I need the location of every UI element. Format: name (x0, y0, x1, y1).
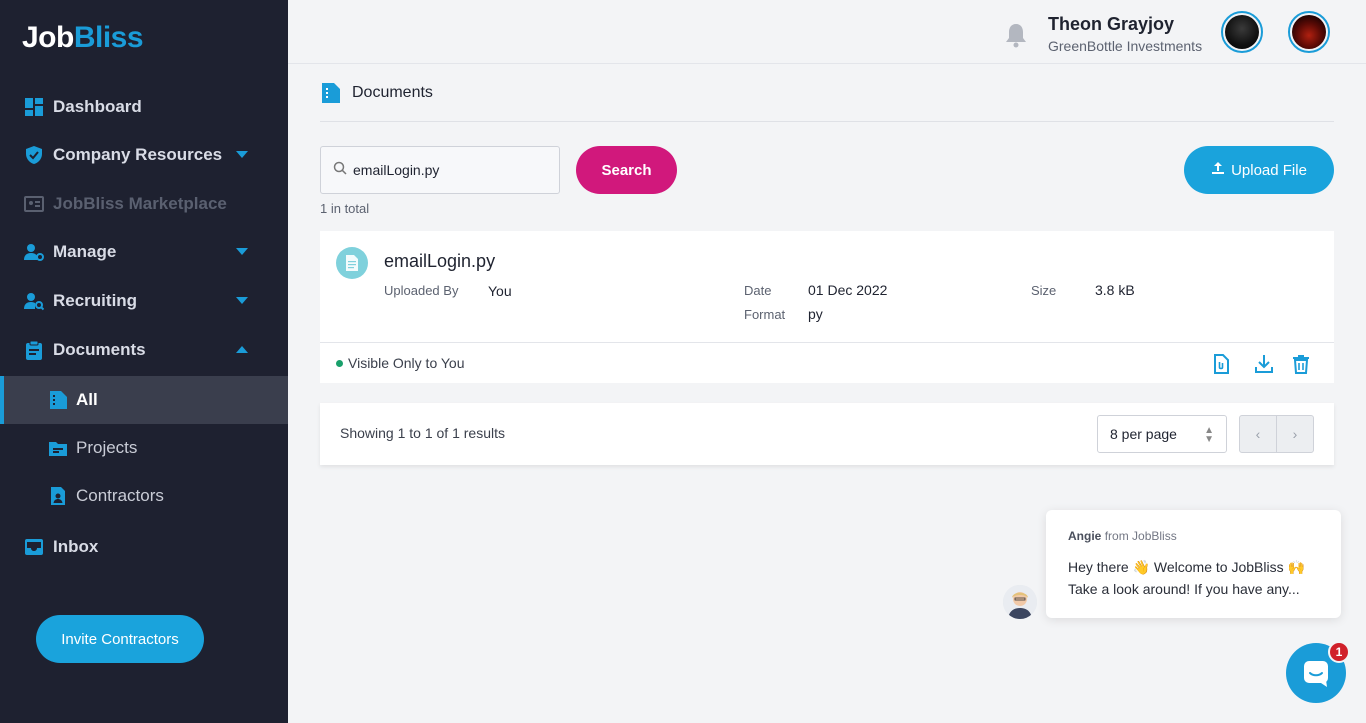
sidebar-item-label: Recruiting (53, 291, 138, 310)
chat-sender: Angie (1068, 529, 1102, 543)
shield-icon (24, 145, 44, 165)
sidebar-subitem-contractors[interactable]: Contractors (0, 472, 288, 520)
visibility-status: Visible Only to You (348, 355, 465, 371)
chat-message-line-2: Take a look around! If you have any... (1068, 581, 1300, 597)
dashboard-icon (24, 97, 44, 117)
jobbliss-logo[interactable]: JobBliss (22, 18, 144, 58)
sidebar-subitem-label: All (76, 390, 98, 409)
sidebar-item-label: Manage (53, 242, 117, 261)
file-icon (336, 247, 368, 279)
search-input[interactable] (353, 162, 543, 178)
sidebar-item-label: Documents (53, 340, 146, 359)
format-label: Format (744, 307, 786, 322)
document-card[interactable]: emailLogin.py Uploaded By You Date 01 De… (320, 231, 1334, 383)
page-nav: ‹ › (1239, 415, 1314, 453)
sidebar-subitem-all[interactable]: All (0, 376, 288, 424)
sidebar-item-inbox[interactable]: Inbox (0, 524, 288, 570)
sidebar-item-label: Company Resources (53, 145, 223, 164)
chevron-up-icon (236, 346, 248, 353)
top-bar: Theon Grayjoy GreenBottle Investments (288, 0, 1366, 64)
chat-icon (1304, 661, 1328, 687)
clipboard-icon (24, 340, 44, 360)
uploaded-by-value: You (488, 283, 512, 299)
logo-text-job: Job (22, 21, 74, 54)
user-avatar[interactable] (1221, 11, 1263, 53)
marketplace-icon (24, 194, 44, 214)
breadcrumb: Documents (320, 82, 433, 104)
sidebar-subitem-projects[interactable]: Projects (0, 424, 288, 472)
sidebar-item-dashboard[interactable]: Dashboard (0, 84, 288, 130)
upload-file-label: Upload File (1231, 161, 1307, 179)
chat-from-text: from JobBliss (1104, 529, 1177, 543)
sidebar-item-manage[interactable]: Manage (0, 229, 288, 275)
sidebar-subitem-label: Contractors (76, 486, 164, 505)
sidebar-item-label: JobBliss Marketplace (53, 194, 227, 213)
per-page-select[interactable]: 8 per page ▲ ▼ (1097, 415, 1227, 453)
results-total: 1 in total (320, 201, 370, 216)
format-value: py (808, 306, 823, 322)
inbox-icon (24, 537, 44, 557)
document-name[interactable]: emailLogin.py (384, 251, 495, 272)
people-settings-icon (24, 242, 44, 262)
sidebar-item-recruiting[interactable]: Recruiting (0, 278, 288, 324)
previous-page-button[interactable]: ‹ (1240, 416, 1276, 452)
sidebar: JobBliss Dashboard Company Resources Job… (0, 0, 288, 723)
user-company: GreenBottle Investments (1048, 38, 1203, 54)
search-field[interactable] (320, 146, 560, 194)
sidebar-subitem-label: Projects (76, 438, 138, 457)
chat-message-line-1: Hey there 👋 Welcome to JobBliss 🙌 (1068, 559, 1305, 575)
bell-icon[interactable] (1004, 22, 1028, 48)
pagination-summary: Showing 1 to 1 of 1 results (340, 425, 505, 441)
search-button[interactable]: Search (576, 146, 677, 194)
divider (320, 121, 1334, 122)
per-page-value: 8 per page (1110, 426, 1177, 442)
sidebar-item-label: Inbox (53, 537, 99, 556)
date-label: Date (744, 283, 772, 298)
person-search-icon (24, 291, 44, 311)
upload-icon (1211, 161, 1225, 179)
date-value: 01 Dec 2022 (808, 282, 888, 298)
folder-icon (48, 438, 68, 458)
pagination-bar: Showing 1 to 1 of 1 results 8 per page ▲… (320, 403, 1334, 465)
download-icon[interactable] (1253, 353, 1275, 375)
size-value: 3.8 kB (1095, 282, 1135, 298)
chat-message-preview[interactable]: Angie from JobBliss Hey there 👋 Welcome … (1046, 510, 1341, 618)
upload-file-button[interactable]: Upload File (1184, 146, 1334, 194)
search-icon (333, 161, 347, 180)
size-label: Size (1031, 283, 1057, 298)
chevron-down-icon (236, 151, 248, 158)
status-dot-icon (336, 360, 343, 367)
document-footer: Visible Only to You (320, 342, 1334, 383)
sidebar-item-documents[interactable]: Documents (0, 327, 288, 373)
chevron-down-icon (236, 297, 248, 304)
sidebar-item-label: Dashboard (53, 97, 142, 116)
uploaded-by-label: Uploaded By (384, 283, 459, 298)
contractor-file-icon (48, 486, 68, 506)
document-icon (48, 390, 68, 410)
chat-agent-avatar (1003, 585, 1037, 619)
chevron-down-icon (236, 248, 248, 255)
user-name[interactable]: Theon Grayjoy (1048, 14, 1174, 35)
next-page-button[interactable]: › (1276, 416, 1313, 452)
chat-sender-line: Angie from JobBliss (1068, 529, 1177, 543)
select-arrows-icon: ▲ ▼ (1204, 425, 1214, 445)
invite-contractors-button[interactable]: Invite Contractors (36, 615, 204, 663)
unread-count-badge: 1 (1328, 641, 1350, 663)
sidebar-item-company-resources[interactable]: Company Resources (0, 132, 288, 178)
page-title: Documents (352, 84, 433, 101)
trash-icon[interactable] (1290, 353, 1312, 375)
logo-text-bliss: Bliss (73, 21, 144, 54)
attachment-file-icon[interactable] (1210, 353, 1232, 375)
company-avatar[interactable] (1288, 11, 1330, 53)
sidebar-item-marketplace[interactable]: JobBliss Marketplace (0, 181, 288, 227)
document-icon (320, 82, 342, 104)
